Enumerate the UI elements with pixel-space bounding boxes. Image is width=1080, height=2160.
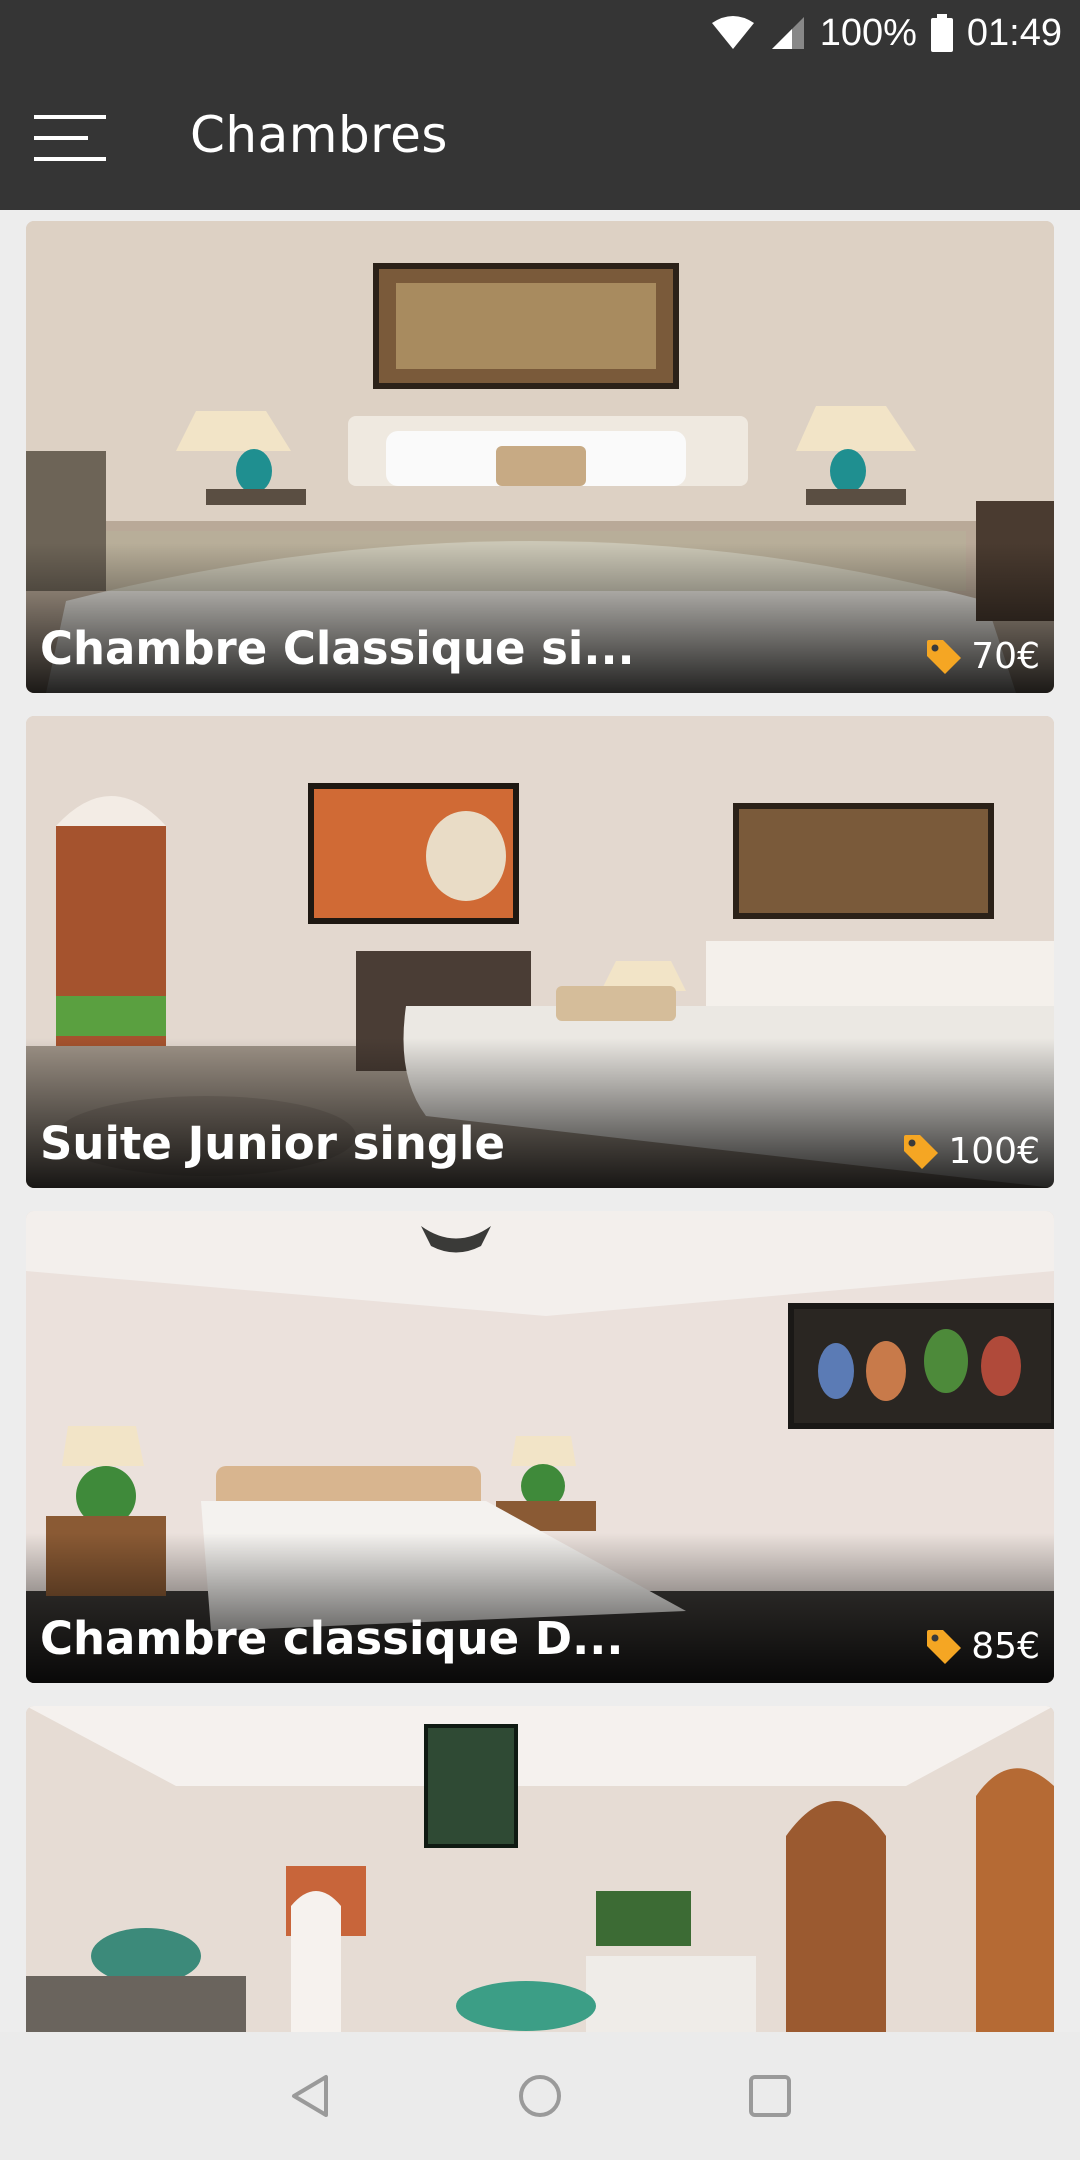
room-card[interactable]: Chambre Classique si... 70€ bbox=[26, 221, 1054, 693]
room-name: Chambre Classique si... bbox=[40, 622, 635, 675]
room-card[interactable] bbox=[26, 1706, 1054, 2032]
price-tag-icon bbox=[904, 1134, 939, 1169]
price-value: 70€ bbox=[971, 636, 1040, 677]
status-bar: 100% 01:49 bbox=[0, 0, 1080, 66]
room-card[interactable]: Chambre classique D... 85€ bbox=[26, 1211, 1054, 1683]
room-card[interactable]: Suite Junior single 100€ bbox=[26, 716, 1054, 1188]
recents-icon bbox=[749, 2075, 791, 2117]
battery-percentage: 100% bbox=[819, 11, 917, 54]
menu-button[interactable] bbox=[28, 102, 112, 174]
app-bar: Chambres bbox=[0, 66, 1080, 210]
hamburger-menu-icon bbox=[34, 115, 106, 161]
back-icon bbox=[292, 2075, 328, 2117]
price-value: 100€ bbox=[948, 1131, 1040, 1172]
page-title: Chambres bbox=[190, 106, 448, 164]
room-photo bbox=[26, 1706, 1054, 2032]
price-tag-icon bbox=[927, 1629, 962, 1664]
navigation-bar bbox=[0, 2032, 1080, 2160]
price-value: 85€ bbox=[971, 1626, 1040, 1667]
home-button[interactable] bbox=[510, 2066, 570, 2126]
wifi-icon bbox=[711, 16, 754, 49]
room-name: Chambre classique D... bbox=[40, 1612, 624, 1665]
back-button[interactable] bbox=[280, 2066, 340, 2126]
price-tag-icon bbox=[927, 639, 962, 674]
home-icon bbox=[519, 2075, 561, 2117]
room-list[interactable]: Chambre Classique si... 70€ Suite Junior… bbox=[0, 210, 1080, 2032]
recents-button[interactable] bbox=[740, 2066, 800, 2126]
room-name: Suite Junior single bbox=[40, 1117, 505, 1170]
price: 85€ bbox=[925, 1626, 1040, 1667]
price: 70€ bbox=[925, 636, 1040, 677]
battery-icon bbox=[930, 14, 953, 52]
clock: 01:49 bbox=[966, 11, 1062, 54]
price: 100€ bbox=[902, 1131, 1040, 1172]
cell-signal-icon bbox=[771, 17, 804, 49]
